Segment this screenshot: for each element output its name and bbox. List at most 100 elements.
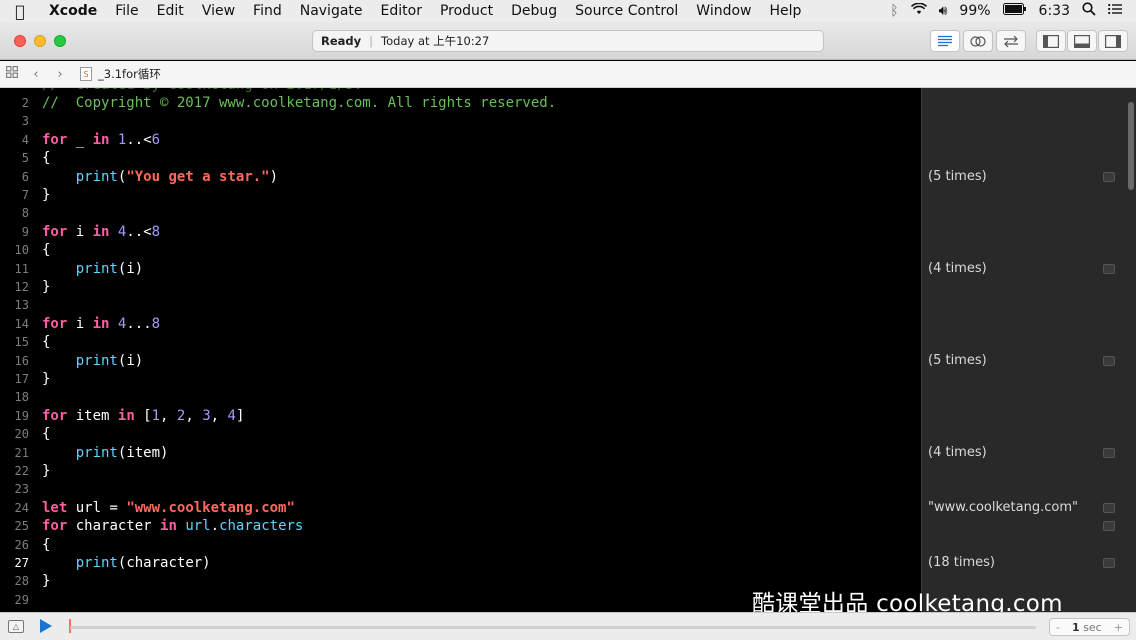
code-line[interactable]: 22} [0, 462, 921, 480]
battery-icon[interactable] [1002, 3, 1027, 19]
menu-view[interactable]: View [193, 3, 244, 19]
code-text: for item in [1, 2, 3, 4] [42, 407, 245, 424]
code-text: { [42, 334, 51, 351]
line-number: 9 [21, 224, 29, 239]
menu-source-control[interactable]: Source Control [566, 3, 687, 19]
fullscreen-window-button[interactable] [54, 35, 66, 47]
menu-editor[interactable]: Editor [372, 3, 431, 19]
code-line[interactable]: 23 [0, 480, 921, 498]
result-value: (4 times) [928, 260, 987, 276]
stepper-decrease[interactable]: - [1056, 621, 1060, 634]
menu-file[interactable]: File [106, 3, 147, 19]
timeline-duration-stepper[interactable]: - 1 sec + [1049, 618, 1130, 636]
code-line[interactable]: 26 { [0, 536, 921, 554]
code-line[interactable]: 9 for i in 4..<8 [0, 223, 921, 241]
menu-navigate[interactable]: Navigate [291, 3, 372, 19]
code-line[interactable]: 17} [0, 370, 921, 388]
code-text: } [42, 573, 51, 590]
code-text: for i in 4...8 [42, 315, 161, 332]
menu-product[interactable]: Product [431, 3, 502, 19]
menu-window[interactable]: Window [687, 3, 760, 19]
quick-look-result-icon[interactable] [1103, 355, 1115, 366]
result-value: (4 times) [928, 444, 987, 460]
code-line[interactable]: 7} [0, 186, 921, 204]
code-line[interactable]: 11 print(i) [0, 260, 921, 278]
minimize-window-button[interactable] [34, 35, 46, 47]
code-line[interactable]: 15 { [0, 333, 921, 351]
stepper-value-group: 1 sec [1072, 621, 1102, 634]
quick-look-result-icon[interactable] [1103, 171, 1115, 182]
code-line[interactable]: 14 for i in 4...8 [0, 315, 921, 333]
menu-debug[interactable]: Debug [502, 3, 566, 19]
quick-look-result-icon[interactable] [1103, 521, 1115, 532]
menu-xcode[interactable]: Xcode [40, 3, 106, 19]
code-editor[interactable]: // Created by coolketang on 2017/1/5. 2 /… [0, 88, 921, 612]
apple-menu-icon[interactable]:  [0, 2, 40, 21]
menu-edit[interactable]: Edit [148, 3, 193, 19]
standard-editor-button[interactable] [930, 30, 960, 52]
code-text: print(item) [75, 444, 169, 461]
hide-debug-area-icon[interactable]: △ [8, 620, 24, 633]
code-line[interactable]: 13 [0, 296, 921, 314]
related-items-grid-icon[interactable] [0, 66, 24, 82]
toggle-navigator-button[interactable] [1036, 30, 1066, 52]
run-playground-icon[interactable] [40, 619, 52, 633]
code-line[interactable]: 5{ [0, 149, 921, 167]
jump-bar: ‹ › S _3.1for循环 [0, 61, 1136, 88]
code-text: print("You get a star.") [75, 168, 279, 185]
code-line[interactable]: 25 for character in url.characters [0, 517, 921, 535]
result-value: (5 times) [928, 168, 987, 184]
code-line[interactable]: 27 print(character) [0, 554, 921, 572]
code-line[interactable]: 2 // Copyright © 2017 www.coolketang.com.… [0, 94, 921, 112]
timeline-slider[interactable] [70, 626, 1036, 629]
close-window-button[interactable] [14, 35, 26, 47]
toggle-debug-area-button[interactable] [1067, 30, 1097, 52]
wifi-icon[interactable] [910, 2, 927, 19]
code-line[interactable]: 16 print(i) [0, 352, 921, 370]
line-number: 27 [14, 556, 29, 570]
code-line[interactable]: 12} [0, 278, 921, 296]
quick-look-result-icon[interactable] [1103, 502, 1115, 513]
right-panel-icon [1105, 34, 1121, 48]
code-text: } [42, 371, 51, 387]
forward-chevron-icon[interactable]: › [48, 67, 72, 82]
code-line[interactable]: 6 print("You get a star.") [0, 168, 921, 186]
code-line[interactable]: 10 { [0, 241, 921, 259]
code-line[interactable]: 3 [0, 112, 921, 130]
code-line[interactable]: 8 [0, 204, 921, 222]
menu-bar:  Xcode File Edit View Find Navigate Edi… [0, 0, 1136, 22]
code-text: for _ in 1..<6 [42, 131, 161, 148]
assistant-editor-button[interactable] [963, 30, 993, 52]
line-number: 16 [14, 353, 29, 368]
volume-icon[interactable]: 🔊︎ [939, 3, 948, 19]
line-number: 22 [14, 464, 29, 478]
align-lines-icon [938, 35, 952, 46]
menu-help[interactable]: Help [761, 3, 811, 19]
code-text: for i in 4..<8 [42, 223, 161, 240]
code-line[interactable]: 4 for _ in 1..<6 [0, 131, 921, 149]
quick-look-result-icon[interactable] [1103, 263, 1115, 274]
breadcrumb-file[interactable]: _3.1for循环 [98, 66, 161, 82]
code-line[interactable]: 21 print(item) [0, 444, 921, 462]
notification-center-icon[interactable] [1108, 3, 1122, 19]
code-line[interactable]: 18 [0, 388, 921, 406]
bluetooth-icon[interactable]: ᛒ [890, 3, 898, 19]
results-scrollbar[interactable] [1128, 102, 1134, 190]
quick-look-result-icon[interactable] [1103, 447, 1115, 458]
line-number: 8 [21, 206, 29, 221]
toggle-utilities-button[interactable] [1098, 30, 1128, 52]
code-line[interactable]: 20 { [0, 425, 921, 443]
back-chevron-icon[interactable]: ‹ [24, 67, 48, 82]
line-number: 10 [14, 243, 29, 258]
clock[interactable]: 6:33 [1039, 3, 1070, 19]
spotlight-search-icon[interactable] [1082, 2, 1096, 20]
version-editor-button[interactable] [996, 30, 1026, 52]
stepper-increase[interactable]: + [1114, 621, 1123, 634]
activity-viewer: Ready | Today at 上午10:27 [312, 30, 824, 52]
code-line[interactable]: 19 for item in [1, 2, 3, 4] [0, 407, 921, 425]
quick-look-result-icon[interactable] [1103, 558, 1115, 568]
code-line[interactable]: 24 let url = "www.coolketang.com" [0, 499, 921, 517]
menu-find[interactable]: Find [244, 3, 291, 19]
code-text: let url = "www.coolketang.com" [42, 499, 295, 516]
build-status: Ready [321, 34, 362, 48]
